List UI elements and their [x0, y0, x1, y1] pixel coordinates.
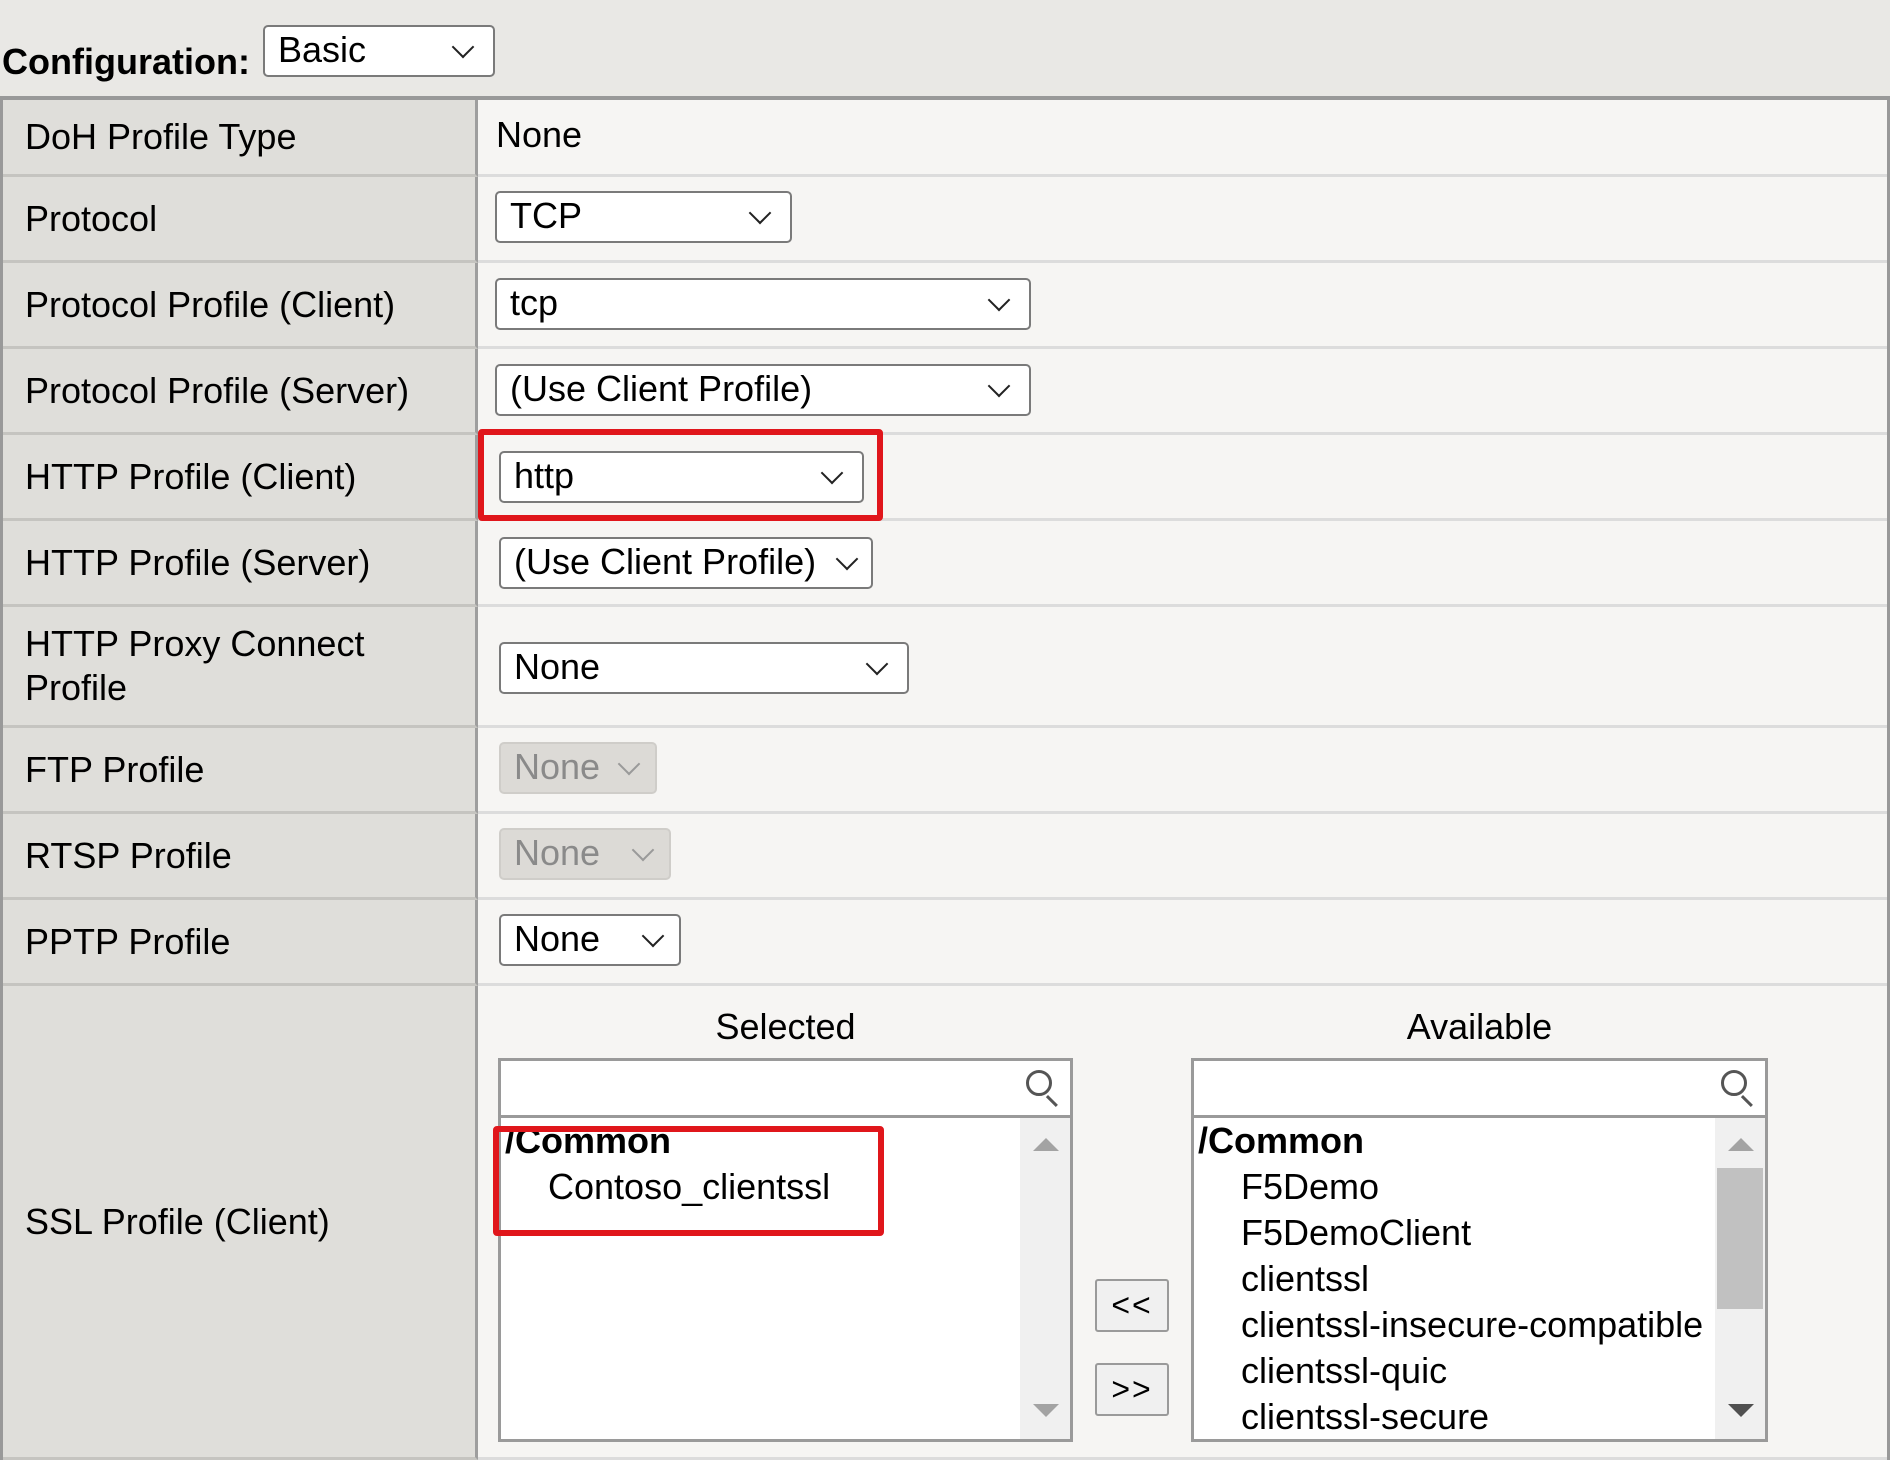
available-scrollbar[interactable]	[1715, 1118, 1765, 1439]
chevron-down-icon	[835, 547, 859, 571]
row-label-line1: HTTP Proxy Connect	[25, 623, 365, 664]
scroll-down-arrow-icon[interactable]	[1728, 1404, 1754, 1417]
chevron-down-icon	[451, 35, 475, 59]
available-search-input[interactable]	[1198, 1065, 1715, 1111]
available-search-field[interactable]	[1194, 1061, 1765, 1118]
row-pptp-profile: PPTP Profile None	[3, 900, 1887, 986]
chevron-down-icon	[820, 461, 844, 485]
chevron-down-icon	[865, 652, 889, 676]
selected-heading: Selected	[715, 1006, 856, 1047]
available-item[interactable]: clientssl-quic	[1194, 1348, 1715, 1394]
available-items: /Common F5Demo F5DemoClient clientssl cl…	[1194, 1118, 1715, 1439]
protocol-select-value: TCP	[510, 195, 582, 236]
row-label: PPTP Profile	[3, 900, 478, 986]
doh-profile-type-value: None	[496, 114, 583, 155]
row-label: HTTP Profile (Client)	[3, 435, 478, 521]
available-heading: Available	[1406, 1006, 1553, 1047]
available-item[interactable]: clientssl-insecure-compatible	[1194, 1302, 1715, 1348]
available-item[interactable]: clientssl	[1194, 1256, 1715, 1302]
row-value-cell: None	[478, 728, 1887, 811]
selected-items: /Common Contoso_clientssl	[501, 1118, 1020, 1439]
row-label: Protocol	[3, 177, 478, 263]
pptp-profile-select[interactable]: None	[499, 914, 681, 966]
row-doh-profile-type: DoH Profile Type None	[3, 100, 1887, 177]
configuration-label: Configuration:	[2, 41, 250, 82]
row-http-profile-server: HTTP Profile (Server) (Use Client Profil…	[3, 521, 1887, 607]
http-profile-server-select[interactable]: (Use Client Profile)	[499, 537, 873, 589]
row-label-line2: Profile	[25, 667, 128, 708]
add-to-selected-button[interactable]: <<	[1095, 1279, 1169, 1332]
chevron-down-icon	[748, 201, 772, 225]
http-proxy-connect-profile-value: None	[514, 646, 601, 687]
chevron-down-icon	[987, 374, 1011, 398]
search-icon[interactable]	[1721, 1070, 1755, 1108]
available-item[interactable]: clientssl-secure	[1194, 1394, 1715, 1439]
row-rtsp-profile: RTSP Profile None	[3, 814, 1887, 900]
scrollbar-thumb[interactable]	[1717, 1168, 1763, 1309]
chevron-down-icon	[617, 752, 641, 776]
selected-listbox[interactable]: /Common Contoso_clientssl	[498, 1058, 1073, 1442]
row-label: Protocol Profile (Client)	[3, 263, 478, 349]
row-protocol-profile-client: Protocol Profile (Client) tcp	[3, 263, 1887, 349]
row-label: RTSP Profile	[3, 814, 478, 900]
http-proxy-connect-profile-select[interactable]: None	[499, 642, 909, 694]
row-label: FTP Profile	[3, 728, 478, 814]
protocol-profile-server-value: (Use Client Profile)	[510, 368, 813, 409]
available-item[interactable]: F5DemoClient	[1194, 1210, 1715, 1256]
ftp-profile-select: None	[499, 742, 657, 794]
row-label: HTTP Profile (Server)	[3, 521, 478, 607]
scroll-down-arrow-icon[interactable]	[1033, 1404, 1059, 1417]
row-protocol: Protocol TCP	[3, 177, 1887, 263]
row-value-cell: None	[478, 607, 1887, 725]
row-http-profile-client: HTTP Profile (Client) http	[3, 429, 1887, 521]
row-value-cell: (Use Client Profile)	[478, 349, 1887, 432]
available-item[interactable]: F5Demo	[1194, 1164, 1715, 1210]
selected-search-field[interactable]	[501, 1061, 1070, 1118]
row-label: SSL Profile (Client)	[3, 986, 478, 1460]
row-value-cell: None	[478, 100, 1887, 174]
pptp-profile-value: None	[514, 918, 601, 959]
row-http-proxy-connect-profile: HTTP Proxy Connect Profile None	[3, 607, 1887, 728]
scroll-up-arrow-icon[interactable]	[1033, 1138, 1059, 1151]
selected-search-input[interactable]	[505, 1065, 1020, 1111]
protocol-profile-client-select[interactable]: tcp	[495, 278, 1031, 330]
row-value-cell: TCP	[478, 177, 1887, 260]
protocol-profile-client-value: tcp	[510, 282, 559, 323]
row-ssl-profile-client: SSL Profile (Client) Selected /Common Co…	[3, 986, 1887, 1460]
row-label: HTTP Proxy Connect Profile	[3, 607, 478, 728]
profile-settings-table: DoH Profile Type None Protocol TCP Proto…	[0, 96, 1890, 1460]
row-ftp-profile: FTP Profile None	[3, 728, 1887, 814]
row-value-cell: http	[478, 429, 1887, 521]
rtsp-profile-select: None	[499, 828, 671, 880]
available-group-header: /Common	[1198, 1120, 1364, 1161]
available-listbox[interactable]: /Common F5Demo F5DemoClient clientssl cl…	[1191, 1058, 1768, 1442]
scroll-up-arrow-icon[interactable]	[1728, 1138, 1754, 1151]
selected-item[interactable]: Contoso_clientssl	[501, 1164, 1020, 1210]
row-protocol-profile-server: Protocol Profile (Server) (Use Client Pr…	[3, 349, 1887, 435]
row-value-cell: tcp	[478, 263, 1887, 346]
selected-group-header: /Common	[505, 1120, 671, 1161]
row-value-cell: None	[478, 814, 1887, 897]
row-value-cell: None	[478, 900, 1887, 983]
ftp-profile-value: None	[514, 746, 601, 787]
chevron-down-icon	[641, 924, 665, 948]
protocol-select[interactable]: TCP	[495, 191, 792, 243]
configuration-select-value: Basic	[278, 29, 367, 70]
row-value-cell: (Use Client Profile)	[478, 521, 1887, 604]
row-label: Protocol Profile (Server)	[3, 349, 478, 435]
configuration-select[interactable]: Basic	[263, 25, 495, 77]
row-value-cell: Selected /Common Contoso_clientssl << >>	[478, 986, 1887, 1457]
http-profile-client-value: http	[514, 455, 575, 496]
remove-from-selected-button[interactable]: >>	[1095, 1363, 1169, 1416]
http-profile-client-select[interactable]: http	[499, 451, 864, 503]
search-icon[interactable]	[1026, 1070, 1060, 1108]
rtsp-profile-value: None	[514, 832, 601, 873]
chevron-down-icon	[987, 288, 1011, 312]
http-profile-server-value: (Use Client Profile)	[514, 541, 817, 582]
row-label: DoH Profile Type	[3, 100, 478, 177]
chevron-down-icon	[631, 838, 655, 862]
selected-scrollbar[interactable]	[1020, 1118, 1070, 1439]
protocol-profile-server-select[interactable]: (Use Client Profile)	[495, 364, 1031, 416]
